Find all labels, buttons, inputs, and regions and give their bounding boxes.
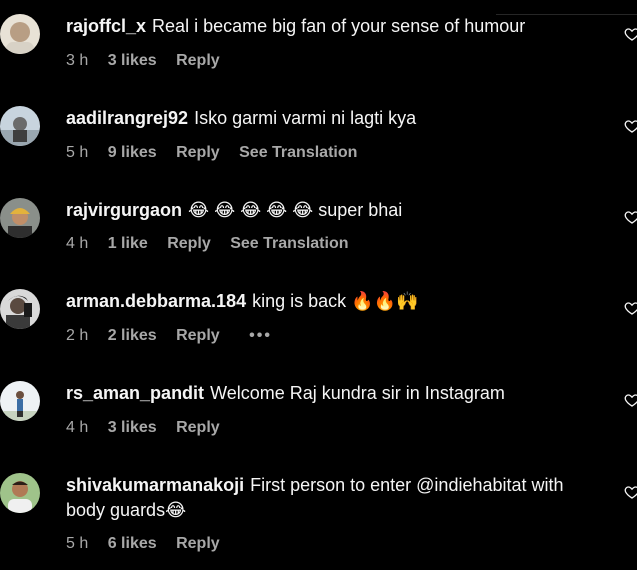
username[interactable]: shivakumarmanakoji (66, 475, 244, 495)
heart-outline-icon[interactable] (624, 118, 637, 134)
comment-text: arman.debbarma.184 king is back 🔥🔥🙌 (66, 289, 596, 314)
comment-body: king is back 🔥🔥🙌 (252, 291, 419, 311)
heart-outline-icon[interactable] (624, 484, 637, 500)
heart-outline-icon[interactable] (624, 26, 637, 42)
timestamp: 5 h (66, 535, 89, 552)
heart-outline-icon[interactable] (624, 209, 637, 225)
username[interactable]: arman.debbarma.184 (66, 291, 246, 311)
comment-text: rajoffcl_x Real i became big fan of your … (66, 14, 596, 39)
comment-text: rs_aman_pandit Welcome Raj kundra sir in … (66, 381, 596, 406)
timestamp: 5 h (66, 144, 89, 161)
reply-button[interactable]: Reply (167, 235, 211, 253)
comment-meta: 2 h 2 likes Reply ••• (66, 327, 287, 347)
likes-count[interactable]: 6 likes (108, 535, 157, 553)
username[interactable]: rajvirgurgaon (66, 200, 182, 220)
comment-meta: 5 h 9 likes Reply See Translation (66, 144, 372, 164)
timestamp: 2 h (66, 327, 89, 344)
avatar[interactable] (0, 473, 40, 513)
comment-body: Welcome Raj kundra sir in Instagram (210, 383, 505, 403)
comment-meta: 4 h 1 like Reply See Translation (66, 235, 363, 255)
timestamp: 3 h (66, 52, 89, 69)
heart-outline-icon[interactable] (624, 300, 637, 316)
avatar[interactable] (0, 289, 40, 329)
avatar[interactable] (0, 14, 40, 54)
reply-button[interactable]: Reply (176, 327, 220, 345)
see-translation-button[interactable]: See Translation (239, 144, 357, 162)
username[interactable]: rs_aman_pandit (66, 383, 204, 403)
avatar[interactable] (0, 381, 40, 421)
reply-button[interactable]: Reply (176, 535, 220, 553)
comment-text: aadilrangrej92 Isko garmi varmi ni lagti … (66, 106, 596, 131)
timestamp: 4 h (66, 235, 89, 252)
likes-count[interactable]: 3 likes (108, 52, 157, 70)
likes-count[interactable]: 9 likes (108, 144, 157, 162)
comment-text: shivakumarmanakoji First person to enter … (66, 473, 596, 523)
see-translation-button[interactable]: See Translation (230, 235, 348, 253)
reply-button[interactable]: Reply (176, 419, 220, 437)
username[interactable]: aadilrangrej92 (66, 108, 188, 128)
comment-body: 😂 😂 😂 😂 😂 super bhai (188, 200, 403, 220)
likes-count[interactable]: 3 likes (108, 419, 157, 437)
comment-text: rajvirgurgaon 😂 😂 😂 😂 😂 super bhai (66, 198, 596, 223)
more-options-icon[interactable]: ••• (249, 327, 272, 345)
username[interactable]: rajoffcl_x (66, 16, 146, 36)
heart-outline-icon[interactable] (624, 392, 637, 408)
comment-meta: 4 h 3 likes Reply (66, 419, 235, 439)
comment-body: Isko garmi varmi ni lagti kya (194, 108, 417, 128)
timestamp: 4 h (66, 419, 89, 436)
likes-count[interactable]: 2 likes (108, 327, 157, 345)
likes-count[interactable]: 1 like (108, 235, 148, 253)
reply-button[interactable]: Reply (176, 144, 220, 162)
comment-meta: 5 h 6 likes Reply (66, 535, 235, 555)
comment-body: Real i became big fan of your sense of h… (152, 16, 526, 36)
avatar[interactable] (0, 106, 40, 146)
reply-button[interactable]: Reply (176, 52, 220, 70)
avatar[interactable] (0, 198, 40, 238)
comment-meta: 3 h 3 likes Reply (66, 52, 235, 72)
